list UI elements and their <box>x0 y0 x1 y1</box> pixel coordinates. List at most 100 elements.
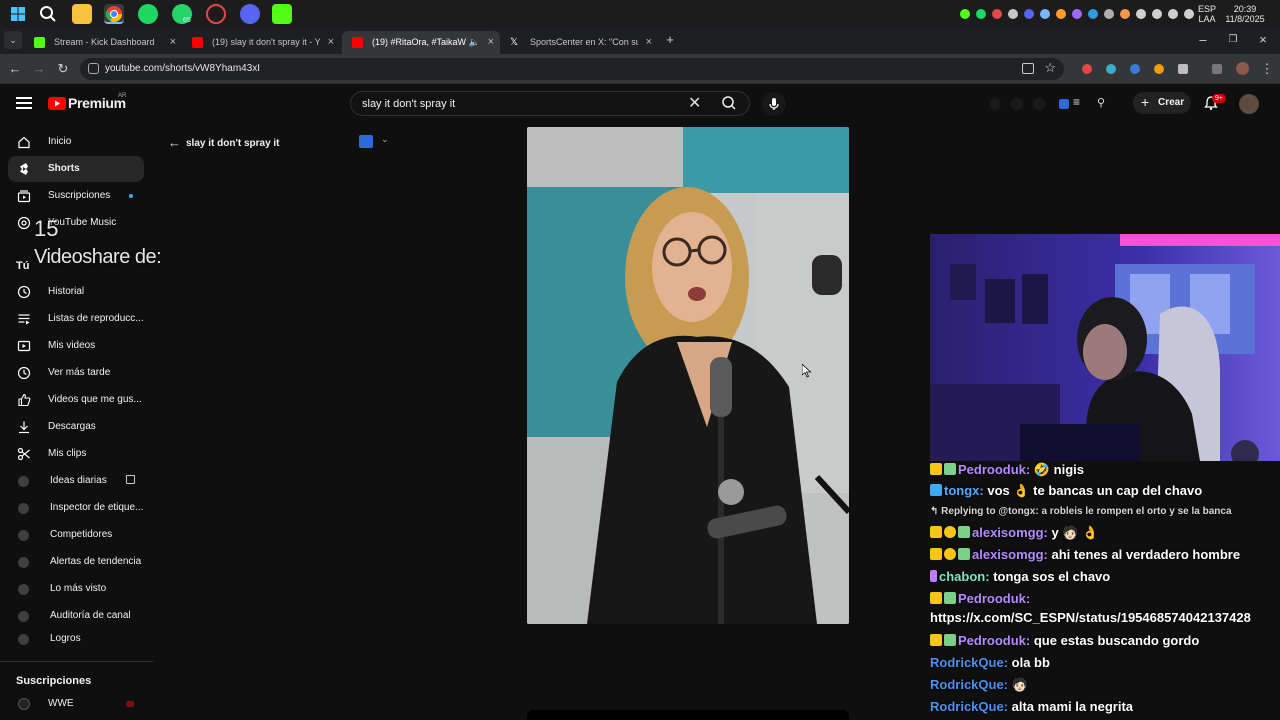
menu-icon[interactable] <box>16 97 32 109</box>
forward-icon[interactable]: → <box>30 60 48 78</box>
browser-tab-active[interactable]: (19) #RitaOra, #TaikaWaititi... 🔈 × <box>342 31 500 54</box>
sidebar-item-inicio[interactable]: Inicio <box>8 129 144 155</box>
clock-time[interactable]: 20:39 <box>1222 4 1268 14</box>
short-video-player[interactable] <box>527 127 849 624</box>
kick-icon[interactable] <box>272 4 292 24</box>
sidebar-item-my-clips[interactable]: Mis clips <box>8 441 144 467</box>
sidebar-item-youtube-music[interactable]: YouTube Music <box>8 210 144 236</box>
chat-username[interactable]: Pedrooduk: <box>958 462 1030 477</box>
side-panel-icon[interactable] <box>1212 64 1222 74</box>
chat-username[interactable]: tongx: <box>944 483 984 498</box>
close-icon[interactable]: × <box>170 31 176 54</box>
search-button[interactable] <box>711 92 750 115</box>
browser-tab[interactable]: Stream - Kick Dashboard × <box>24 31 182 54</box>
trophy-icon[interactable]: ⚲ <box>1097 96 1105 109</box>
sidebar-item-my-videos[interactable]: Mis videos <box>8 333 144 359</box>
chat-username[interactable]: RodrickQue: <box>930 699 1008 714</box>
microphone-icon[interactable] <box>1168 9 1178 19</box>
discord-icon[interactable] <box>240 4 260 24</box>
chat-link[interactable]: https://x.com/SC_ESPN/status/19546857404… <box>930 609 1251 627</box>
sidebar-item-shorts[interactable]: Shorts <box>8 156 144 182</box>
account-avatar[interactable] <box>1239 94 1259 114</box>
tray-icon[interactable] <box>1008 9 1018 19</box>
vidiq-icon[interactable] <box>1059 99 1069 109</box>
app-icon[interactable] <box>206 4 226 24</box>
sidebar-item-achievements[interactable]: Logros <box>8 626 144 652</box>
omnibox[interactable]: youtube.com/shorts/vW8Yham43xI ☆ <box>80 58 1064 80</box>
speaker-icon[interactable]: 🔈 <box>469 31 480 54</box>
sidebar-item-subscriptions[interactable]: Suscripciones <box>8 183 144 209</box>
browser-tab[interactable]: 𝕏 SportsCenter en X: "Con su LAD... × <box>500 31 658 54</box>
voice-search-icon[interactable] <box>762 92 786 116</box>
list-icon[interactable]: ≡ <box>1073 95 1080 109</box>
chat-username[interactable]: RodrickQue: <box>930 677 1008 692</box>
close-icon[interactable]: × <box>488 31 494 54</box>
sidebar-item-playlists[interactable]: Listas de reproducc... <box>8 306 144 332</box>
chat-username[interactable]: alexisomgg: <box>972 525 1048 540</box>
sidebar-item-history[interactable]: Historial <box>8 279 144 305</box>
file-explorer-icon[interactable] <box>72 4 92 24</box>
extensions-puzzle-icon[interactable] <box>1178 64 1188 74</box>
window-close-icon[interactable]: × <box>1254 31 1272 49</box>
chat-username[interactable]: alexisomgg: <box>972 547 1048 562</box>
search-icon[interactable] <box>38 4 58 24</box>
minimize-icon[interactable]: – <box>1194 31 1212 49</box>
sidebar-subscription-wwe[interactable]: WWE <box>8 691 144 717</box>
spotify-icon[interactable] <box>138 4 158 24</box>
tray-icon[interactable] <box>1104 9 1114 19</box>
sidebar-item-liked-videos[interactable]: Videos que me gus... <box>8 387 144 413</box>
extension-dot-icon[interactable] <box>989 98 1001 110</box>
sidebar-item-trend-alerts[interactable]: Alertas de tendencia <box>8 549 144 575</box>
search-value[interactable]: slay it don't spray it <box>362 92 455 117</box>
sidebar-item-tag-inspector[interactable]: Inspector de etique... <box>8 495 144 521</box>
reload-icon[interactable]: ↻ <box>54 60 72 78</box>
tray-icon[interactable] <box>1072 9 1082 19</box>
restore-icon[interactable]: ❐ <box>1224 31 1242 49</box>
back-icon[interactable]: ← <box>6 60 24 78</box>
sidebar-item-daily-ideas[interactable]: Ideas diarias <box>8 468 144 494</box>
clock-date[interactable]: 11/8/2025 <box>1222 14 1268 24</box>
extension-dot-icon[interactable] <box>1033 98 1045 110</box>
keyboard-language[interactable]: ESP <box>1198 4 1216 14</box>
chat-username[interactable]: Pedrooduk: <box>958 633 1030 648</box>
sidebar-item-competitors[interactable]: Competidores <box>8 522 144 548</box>
browser-menu-icon[interactable]: ⋮ <box>1258 60 1276 78</box>
search-input[interactable]: slay it don't spray it ✕ <box>350 91 750 116</box>
tray-icon[interactable] <box>1136 9 1146 19</box>
extension-icon[interactable] <box>1106 64 1116 74</box>
keyboard-layout[interactable]: LAA <box>1198 14 1216 24</box>
extension-icon[interactable] <box>1154 64 1164 74</box>
tray-icon[interactable] <box>1056 9 1066 19</box>
network-icon[interactable] <box>1152 9 1162 19</box>
sidebar-item-watch-later[interactable]: Ver más tarde <box>8 360 144 386</box>
sidebar-item-most-viewed[interactable]: Lo más visto <box>8 576 144 602</box>
tray-icon[interactable] <box>992 9 1002 19</box>
tray-icon[interactable] <box>1024 9 1034 19</box>
extension-dot-icon[interactable] <box>1011 98 1023 110</box>
extension-icon[interactable] <box>1082 64 1092 74</box>
chat-username[interactable]: RodrickQue: <box>930 655 1008 670</box>
clear-search-icon[interactable]: ✕ <box>688 93 701 113</box>
next-short-preview[interactable] <box>527 710 849 720</box>
volume-icon[interactable] <box>1184 9 1194 19</box>
close-icon[interactable]: × <box>328 31 334 54</box>
browser-tab[interactable]: (19) slay it don't spray it - YouT... × <box>182 31 340 54</box>
chat-username[interactable]: Pedrooduk: <box>958 591 1030 606</box>
tray-icon[interactable] <box>976 9 986 19</box>
extension-icon[interactable] <box>1130 64 1140 74</box>
create-button[interactable]: + Crear <box>1133 92 1191 114</box>
url-text[interactable]: youtube.com/shorts/vW8Yham43xI <box>105 58 260 80</box>
tab-search-icon[interactable]: ⌄ <box>4 31 22 49</box>
windows-start-icon[interactable] <box>8 4 28 24</box>
chat-username[interactable]: chabon: <box>939 569 990 584</box>
install-icon[interactable] <box>1022 63 1034 74</box>
vidiq-dropdown[interactable]: ⌄ <box>357 133 393 151</box>
tray-icon[interactable] <box>1120 9 1130 19</box>
tray-icon[interactable] <box>1040 9 1050 19</box>
site-info-icon[interactable] <box>88 63 99 74</box>
close-icon[interactable]: × <box>646 31 652 54</box>
you-section-heading[interactable]: Tú <box>16 260 29 272</box>
tray-icon[interactable] <box>960 9 970 19</box>
bookmark-star-icon[interactable]: ☆ <box>1044 60 1056 76</box>
profile-avatar[interactable] <box>1236 62 1249 75</box>
